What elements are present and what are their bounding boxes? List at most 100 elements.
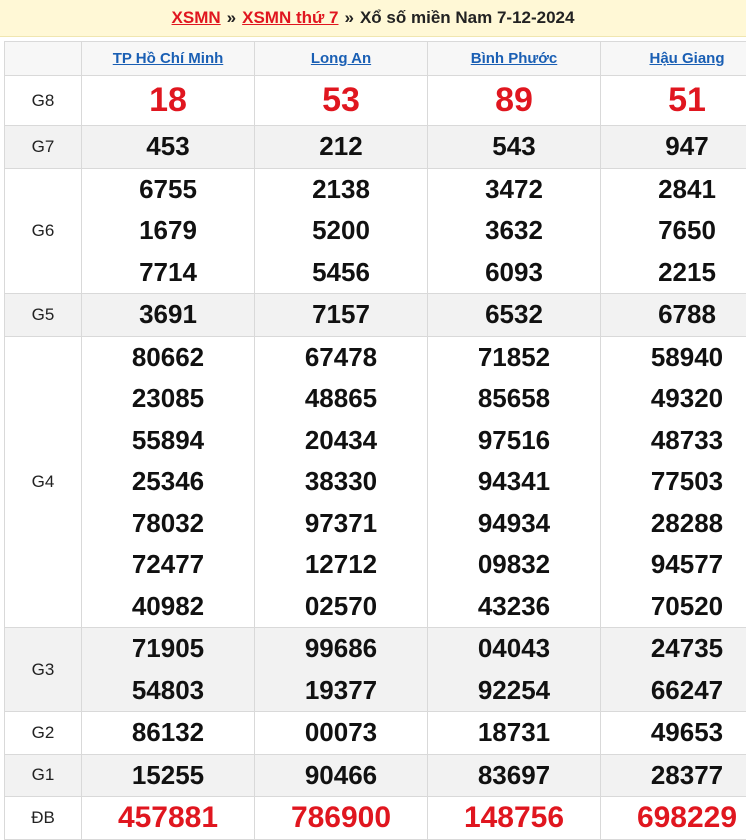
result-number: 20434: [255, 420, 427, 462]
result-cell: 9968619377: [255, 628, 428, 712]
result-cell: 698229: [601, 797, 746, 840]
prize-label: G1: [5, 754, 82, 797]
result-cell: 86132: [82, 712, 255, 755]
result-number: 5200: [255, 210, 427, 252]
prize-row-g1: G115255904668369728377: [5, 754, 746, 797]
result-number: 7650: [601, 210, 746, 252]
result-number: 7714: [82, 252, 254, 294]
result-number: 90466: [255, 755, 427, 797]
result-number: 19377: [255, 670, 427, 712]
prize-row-g6: G667551679771421385200545634723632609328…: [5, 168, 746, 294]
prize-row-g3: G371905548039968619377040439225424735662…: [5, 628, 746, 712]
prize-row-g7: G7453212543947: [5, 126, 746, 169]
province-header: TP Hồ Chí Minh: [82, 42, 255, 76]
result-cell: 18: [82, 76, 255, 126]
result-number: 70520: [601, 586, 746, 628]
prize-row-g5: G53691715765326788: [5, 294, 746, 337]
result-number: 00073: [255, 712, 427, 754]
result-number: 3632: [428, 210, 600, 252]
result-number: 453: [82, 126, 254, 168]
prize-label: G8: [5, 76, 82, 126]
result-cell: 0404392254: [428, 628, 601, 712]
result-number: 18731: [428, 712, 600, 754]
prize-label: G6: [5, 168, 82, 294]
result-number: 15255: [82, 755, 254, 797]
result-number: 212: [255, 126, 427, 168]
result-number: 94577: [601, 544, 746, 586]
result-number: 66247: [601, 670, 746, 712]
result-number: 18: [82, 76, 254, 125]
prize-row-đb: ĐB457881786900148756698229: [5, 797, 746, 840]
prize-row-g8: G818538951: [5, 76, 746, 126]
result-number: 71905: [82, 628, 254, 670]
result-number: 25346: [82, 461, 254, 503]
result-cell: 453: [82, 126, 255, 169]
result-cell: 71852856589751694341949340983243236: [428, 336, 601, 628]
result-cell: 284176502215: [601, 168, 746, 294]
result-cell: 49653: [601, 712, 746, 755]
result-number: 85658: [428, 378, 600, 420]
result-number: 83697: [428, 755, 600, 797]
result-cell: 2473566247: [601, 628, 746, 712]
province-header: Hậu Giang: [601, 42, 746, 76]
page-title: Xổ số miền Nam 7-12-2024: [360, 8, 574, 28]
province-header: Long An: [255, 42, 428, 76]
result-number: 97371: [255, 503, 427, 545]
result-cell: 3691: [82, 294, 255, 337]
result-number: 80662: [82, 337, 254, 379]
result-cell: 67478488652043438330973711271202570: [255, 336, 428, 628]
result-number: 40982: [82, 586, 254, 628]
result-cell: 7157: [255, 294, 428, 337]
result-cell: 28377: [601, 754, 746, 797]
result-cell: 83697: [428, 754, 601, 797]
result-number: 947: [601, 126, 746, 168]
result-number: 43236: [428, 586, 600, 628]
result-number: 94934: [428, 503, 600, 545]
result-number: 67478: [255, 337, 427, 379]
result-cell: 786900: [255, 797, 428, 840]
breadcrumb-link-xsmn[interactable]: XSMN: [172, 8, 221, 28]
result-cell: 6788: [601, 294, 746, 337]
result-number: 457881: [82, 797, 254, 839]
result-cell: 212: [255, 126, 428, 169]
result-cell: 675516797714: [82, 168, 255, 294]
prize-label: G3: [5, 628, 82, 712]
result-number: 99686: [255, 628, 427, 670]
result-number: 48733: [601, 420, 746, 462]
result-cell: 80662230855589425346780327247740982: [82, 336, 255, 628]
result-number: 86132: [82, 712, 254, 754]
prize-label: ĐB: [5, 797, 82, 840]
province-link-hau-giang[interactable]: Hậu Giang: [649, 50, 724, 67]
result-number: 148756: [428, 797, 600, 839]
result-number: 786900: [255, 797, 427, 839]
province-link-long-an[interactable]: Long An: [311, 50, 371, 67]
breadcrumb-link-xsmn-saturday[interactable]: XSMN thứ 7: [242, 8, 338, 28]
prize-row-g2: G286132000731873149653: [5, 712, 746, 755]
result-cell: 90466: [255, 754, 428, 797]
result-number: 04043: [428, 628, 600, 670]
result-number: 49320: [601, 378, 746, 420]
result-cell: 213852005456: [255, 168, 428, 294]
province-link-binh-phuoc[interactable]: Bình Phước: [471, 50, 558, 67]
result-number: 24735: [601, 628, 746, 670]
result-number: 58940: [601, 337, 746, 379]
result-number: 71852: [428, 337, 600, 379]
header-blank-cell: [5, 42, 82, 76]
result-number: 54803: [82, 670, 254, 712]
province-header: Bình Phước: [428, 42, 601, 76]
prize-label: G2: [5, 712, 82, 755]
result-number: 2841: [601, 169, 746, 211]
result-number: 09832: [428, 544, 600, 586]
result-cell: 7190554803: [82, 628, 255, 712]
result-cell: 15255: [82, 754, 255, 797]
breadcrumb: XSMN » XSMN thứ 7 » Xổ số miền Nam 7-12-…: [0, 0, 746, 37]
result-cell: 18731: [428, 712, 601, 755]
result-number: 55894: [82, 420, 254, 462]
result-number: 6755: [82, 169, 254, 211]
province-link-hcm[interactable]: TP Hồ Chí Minh: [113, 50, 224, 67]
result-number: 92254: [428, 670, 600, 712]
result-number: 53: [255, 76, 427, 125]
result-number: 48865: [255, 378, 427, 420]
result-number: 51: [601, 76, 746, 125]
result-number: 12712: [255, 544, 427, 586]
